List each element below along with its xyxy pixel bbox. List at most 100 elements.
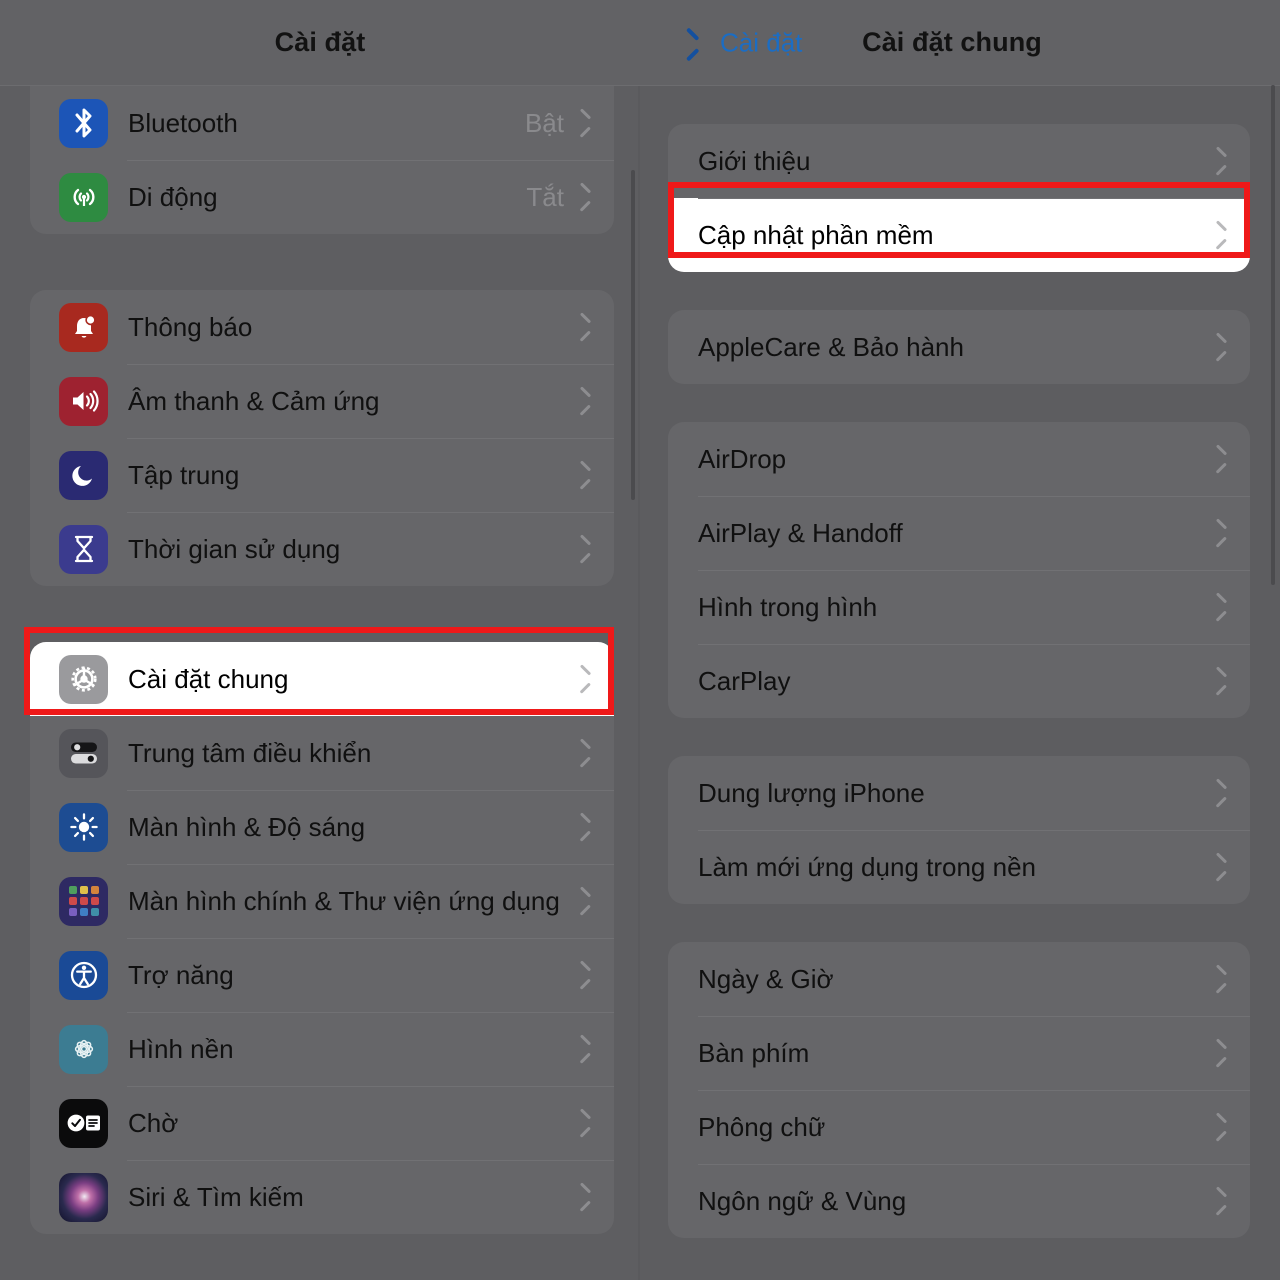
pane-divider — [638, 0, 640, 1280]
general-row-label: AirPlay & Handoff — [698, 517, 903, 548]
chevron-right-icon — [580, 1187, 592, 1208]
general-row-label: AirDrop — [698, 443, 787, 474]
display-brightness-icon — [59, 802, 108, 852]
settings-row-label: Hình nền — [128, 1033, 234, 1064]
settings-row-standby[interactable]: Chờ — [30, 1086, 614, 1160]
chevron-right-icon — [1216, 783, 1228, 804]
settings-row-label: Trợ năng — [128, 959, 234, 990]
settings-row-display-brightness[interactable]: Màn hình & Độ sáng — [30, 790, 614, 864]
general-row-picture-in-picture[interactable]: Hình trong hình — [668, 570, 1250, 644]
general-row-label: Cập nhật phần mềm — [698, 219, 934, 250]
focus-icon — [59, 450, 108, 500]
left-navbar: Cài đặt — [0, 0, 640, 86]
chevron-right-icon — [580, 1113, 592, 1134]
general-row-label: Bàn phím — [698, 1037, 810, 1068]
settings-group-notifications: Thông báo Âm thanh & Cảm ứng Tập trung T… — [30, 290, 614, 586]
chevron-right-icon — [1216, 857, 1228, 878]
settings-row-label: Siri & Tìm kiếm — [128, 1181, 304, 1212]
general-row-label: AppleCare & Bảo hành — [698, 331, 964, 362]
home-screen-icon — [59, 876, 108, 926]
general-row-keyboard[interactable]: Bàn phím — [668, 1016, 1250, 1090]
chevron-right-icon — [580, 891, 592, 912]
general-row-software-update[interactable]: Cập nhật phần mềm — [668, 198, 1250, 272]
bluetooth-icon — [59, 98, 108, 148]
general-row-label: Dung lượng iPhone — [698, 777, 925, 808]
general-group-about-update: Giới thiệu Cập nhật phần mềm — [668, 124, 1250, 272]
general-row-date-time[interactable]: Ngày & Giờ — [668, 942, 1250, 1016]
settings-row-label: Thời gian sử dụng — [128, 533, 341, 564]
settings-row-control-center[interactable]: Trung tâm điều khiển — [30, 716, 614, 790]
settings-row-sounds-haptics[interactable]: Âm thanh & Cảm ứng — [30, 364, 614, 438]
settings-row-focus[interactable]: Tập trung — [30, 438, 614, 512]
settings-row-siri-search[interactable]: Siri & Tìm kiếm — [30, 1160, 614, 1234]
general-row-label: Ngày & Giờ — [698, 963, 834, 994]
settings-row-label: Âm thanh & Cảm ứng — [128, 385, 380, 416]
general-settings-list[interactable]: Giới thiệu Cập nhật phần mềm AppleCare &… — [640, 124, 1280, 1238]
chevron-right-icon — [580, 669, 592, 690]
general-row-airdrop[interactable]: AirDrop — [668, 422, 1250, 496]
settings-root-list[interactable]: Bluetooth Bật Di động Tắt Thông báo Âm t… — [0, 86, 640, 1234]
control-center-icon — [59, 728, 108, 778]
accessibility-icon — [59, 950, 108, 1000]
chevron-right-icon — [1216, 523, 1228, 544]
settings-row-wallpaper[interactable]: Hình nền — [30, 1012, 614, 1086]
settings-row-accessibility[interactable]: Trợ năng — [30, 938, 614, 1012]
chevron-right-icon — [1216, 1043, 1228, 1064]
settings-row-home-screen[interactable]: Màn hình chính & Thư viện ứng dụng — [30, 864, 614, 938]
general-row-language-region[interactable]: Ngôn ngữ & Vùng — [668, 1164, 1250, 1238]
settings-row-label: Di động — [128, 181, 218, 212]
general-row-applecare[interactable]: AppleCare & Bảo hành — [668, 310, 1250, 384]
settings-row-cellular[interactable]: Di động Tắt — [30, 160, 614, 234]
sounds-haptics-icon — [59, 376, 108, 426]
notifications-icon — [59, 302, 108, 352]
chevron-right-icon — [1216, 1117, 1228, 1138]
settings-row-label: Màn hình & Độ sáng — [128, 811, 366, 842]
settings-row-screen-time[interactable]: Thời gian sử dụng — [30, 512, 614, 586]
general-row-background-app-refresh[interactable]: Làm mới ứng dụng trong nền — [668, 830, 1250, 904]
general-row-label: Phông chữ — [698, 1111, 826, 1142]
general-row-label: Giới thiệu — [698, 145, 811, 176]
settings-row-label: Màn hình chính & Thư viện ứng dụng — [128, 885, 560, 916]
general-row-fonts[interactable]: Phông chữ — [668, 1090, 1250, 1164]
settings-row-label: Bluetooth — [128, 107, 238, 138]
settings-row-label: Thông báo — [128, 311, 253, 342]
chevron-right-icon — [1216, 969, 1228, 990]
chevron-left-icon — [696, 30, 711, 55]
settings-row-notifications[interactable]: Thông báo — [30, 290, 614, 364]
general-group-storage: Dung lượng iPhone Làm mới ứng dụng trong… — [668, 756, 1250, 904]
general-row-carplay[interactable]: CarPlay — [668, 644, 1250, 718]
general-row-about[interactable]: Giới thiệu — [668, 124, 1250, 198]
back-button[interactable]: Cài đặt — [696, 27, 802, 58]
chevron-right-icon — [1216, 597, 1228, 618]
right-pane-scrollbar[interactable] — [1271, 85, 1275, 585]
chevron-right-icon — [1216, 449, 1228, 470]
settings-row-general[interactable]: Cài đặt chung — [30, 642, 614, 716]
chevron-right-icon — [1216, 151, 1228, 172]
chevron-right-icon — [1216, 225, 1228, 246]
home-grid-art — [68, 886, 99, 916]
general-group-sharing: AirDrop AirPlay & Handoff Hình trong hìn… — [668, 422, 1250, 718]
chevron-right-icon — [580, 965, 592, 986]
settings-group-system: Cài đặt chung Trung tâm điều khiển Màn h… — [30, 642, 614, 1234]
chevron-right-icon — [580, 539, 592, 560]
right-page-title: Cài đặt chung — [862, 27, 1042, 57]
chevron-right-icon — [580, 743, 592, 764]
chevron-right-icon — [580, 187, 592, 208]
standby-icon — [59, 1098, 108, 1148]
chevron-right-icon — [1216, 1191, 1228, 1212]
general-row-iphone-storage[interactable]: Dung lượng iPhone — [668, 756, 1250, 830]
cellular-icon — [59, 172, 108, 222]
chevron-right-icon — [580, 317, 592, 338]
general-row-label: Ngôn ngữ & Vùng — [698, 1185, 907, 1216]
back-button-label: Cài đặt — [720, 27, 803, 57]
chevron-right-icon — [1216, 337, 1228, 358]
left-pane-scrollbar[interactable] — [631, 170, 635, 500]
settings-row-label: Chờ — [128, 1107, 179, 1138]
settings-row-value: Tắt — [526, 181, 564, 212]
settings-row-value: Bật — [524, 107, 564, 138]
general-row-airplay-handoff[interactable]: AirPlay & Handoff — [668, 496, 1250, 570]
settings-row-label: Tập trung — [128, 459, 240, 490]
general-group-locale: Ngày & Giờ Bàn phím Phông chữ Ngôn ngữ &… — [668, 942, 1250, 1238]
chevron-right-icon — [580, 113, 592, 134]
settings-row-bluetooth[interactable]: Bluetooth Bật — [30, 86, 614, 160]
